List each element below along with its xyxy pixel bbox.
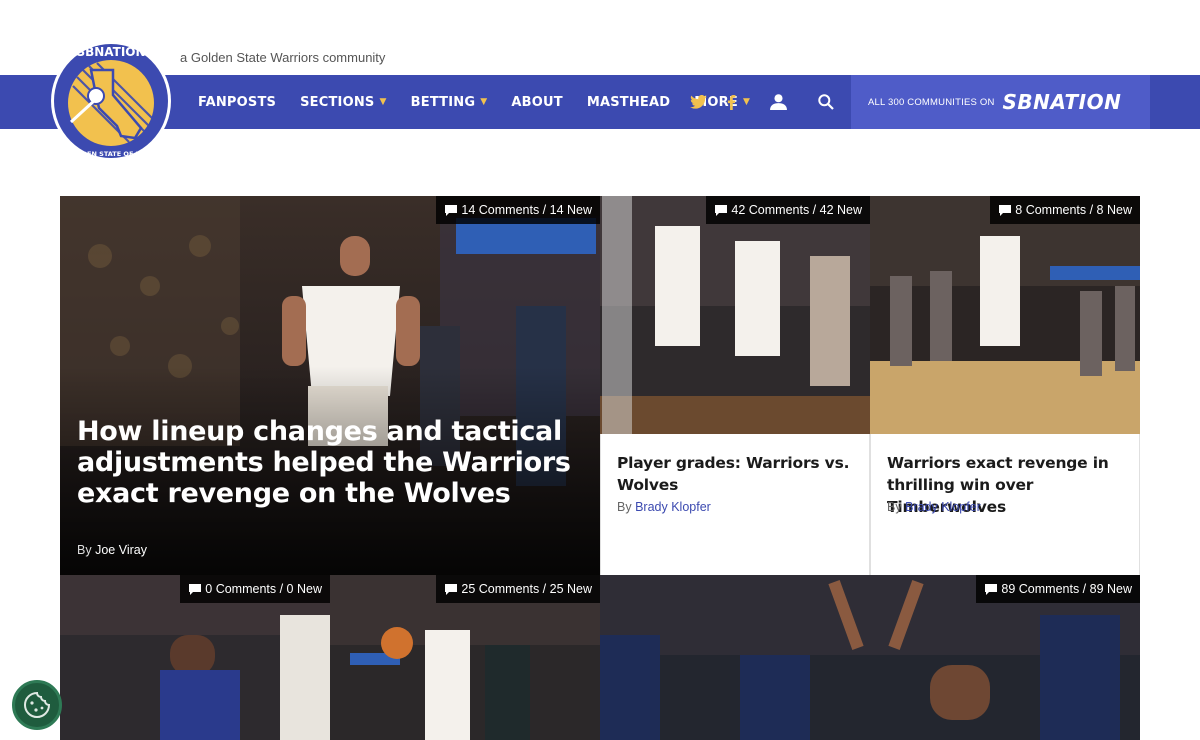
comment-count: 14 Comments / 14 New: [461, 203, 592, 217]
nav-sections-label: SECTIONS: [300, 94, 375, 110]
comment-bubble-icon: [445, 583, 458, 595]
comment-count-badge[interactable]: 8 Comments / 8 New: [990, 196, 1140, 224]
nav-masthead-label: MASTHEAD: [586, 94, 671, 110]
byline-prefix: By: [77, 543, 92, 557]
story-headline[interactable]: Player grades: Warriors vs. Wolves: [617, 452, 857, 496]
story-card[interactable]: 25 Comments / 25 New: [330, 575, 600, 740]
story-card-body: Warriors exact revenge in thrilling win …: [870, 434, 1140, 575]
golden-state-logo-icon: SBNATION GOLDEN STATE OF MIND: [51, 41, 171, 161]
nav-fanposts-label: FANPOSTS: [198, 94, 277, 110]
sbnation-brand: SBNATION: [1002, 90, 1122, 114]
nav-links: FANPOSTS SECTIONS ▼ BETTING ▼ ABOUT MASTHE…: [198, 75, 774, 129]
nav-betting[interactable]: BETTING ▼: [411, 95, 488, 110]
story-card[interactable]: 89 Comments / 89 New: [600, 575, 1140, 740]
nav-sections[interactable]: SECTIONS ▼: [300, 95, 387, 110]
search-icon: [818, 94, 834, 110]
nav-betting-label: BETTING: [410, 94, 476, 110]
byline-prefix: By: [887, 500, 902, 514]
byline-prefix: By: [617, 500, 632, 514]
comment-bubble-icon: [445, 204, 458, 216]
site-logo[interactable]: SBNATION GOLDEN STATE OF MIND: [49, 40, 175, 162]
story-byline: By Brady Klopfer: [887, 500, 981, 514]
story-photo: [870, 196, 1140, 434]
comment-count-badge[interactable]: 0 Comments / 0 New: [180, 575, 330, 603]
nav-about[interactable]: ABOUT: [511, 95, 562, 110]
comment-count-badge[interactable]: 25 Comments / 25 New: [436, 575, 600, 603]
hero-story[interactable]: 14 Comments / 14 New How lineup changes …: [60, 196, 600, 575]
twitter-icon: [690, 95, 707, 109]
hero-author-link[interactable]: Joe Viray: [95, 543, 147, 557]
story-photo: [600, 196, 870, 434]
story-byline: By Brady Klopfer: [617, 500, 711, 514]
author-link[interactable]: Brady Klopfer: [905, 500, 981, 514]
cookie-icon: [24, 691, 51, 718]
logo-sbnation-text: SBNATION: [76, 45, 145, 59]
comment-count: 8 Comments / 8 New: [1015, 203, 1132, 217]
nav-about-label: ABOUT: [511, 94, 563, 110]
comment-bubble-icon: [715, 204, 728, 216]
search-button[interactable]: [818, 75, 834, 129]
story-card[interactable]: 8 Comments / 8 New Warriors exact reveng…: [870, 196, 1140, 575]
story-card[interactable]: 0 Comments / 0 New: [60, 575, 330, 740]
comment-count: 42 Comments / 42 New: [731, 203, 862, 217]
comment-count: 0 Comments / 0 New: [205, 582, 322, 596]
comment-count-badge[interactable]: 42 Comments / 42 New: [706, 196, 870, 224]
hero-byline: By Joe Viray: [77, 543, 147, 557]
comment-count-badge[interactable]: 89 Comments / 89 New: [976, 575, 1140, 603]
comment-count: 89 Comments / 89 New: [1001, 582, 1132, 596]
chevron-down-icon: ▼: [480, 97, 488, 107]
hero-photo: [60, 196, 600, 575]
twitter-link[interactable]: [690, 75, 707, 129]
logo-ring-text: GOLDEN STATE OF MIND: [67, 150, 156, 158]
facebook-link[interactable]: [727, 75, 736, 129]
facebook-icon: [727, 94, 736, 110]
chevron-down-icon: ▼: [379, 97, 387, 107]
hero-headline[interactable]: How lineup changes and tactical adjustme…: [77, 416, 577, 509]
nav-masthead[interactable]: MASTHEAD: [587, 95, 670, 110]
community-tagline: a Golden State Warriors community: [180, 50, 386, 65]
user-icon: [770, 94, 787, 110]
nav-fanposts[interactable]: FANPOSTS: [198, 95, 276, 110]
all-communities-label: ALL 300 COMMUNITIES ON: [868, 96, 995, 108]
story-card[interactable]: 42 Comments / 42 New Player grades: Warr…: [600, 196, 870, 575]
chevron-down-icon: ▼: [742, 97, 751, 107]
comment-bubble-icon: [189, 583, 202, 595]
comment-count-badge[interactable]: 14 Comments / 14 New: [436, 196, 600, 224]
story-card-body: Player grades: Warriors vs. Wolves By Br…: [600, 434, 870, 575]
comment-bubble-icon: [985, 583, 998, 595]
comment-bubble-icon: [999, 204, 1012, 216]
account-button[interactable]: [770, 75, 787, 129]
comment-count: 25 Comments / 25 New: [461, 582, 592, 596]
all-communities-link[interactable]: ALL 300 COMMUNITIES ON SBNATION: [851, 75, 1150, 129]
cookie-settings-button[interactable]: [12, 680, 62, 730]
author-link[interactable]: Brady Klopfer: [635, 500, 711, 514]
